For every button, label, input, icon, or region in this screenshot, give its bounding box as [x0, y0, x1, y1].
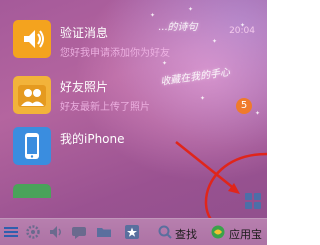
- bottom-toolbar: 查找 应用宝: [0, 218, 267, 245]
- contact-subtitle: 您好我申请添加你为好友: [60, 48, 170, 59]
- contact-time: 20:04: [229, 26, 255, 36]
- folder-icon[interactable]: [96, 224, 112, 240]
- contact-title: 好友照片: [60, 80, 109, 94]
- list-item-verify[interactable]: 验证消息 20:04 您好我申请添加你为好友: [0, 14, 267, 67]
- star-decoration: ✦: [188, 6, 194, 13]
- favorites-icon[interactable]: [124, 224, 140, 240]
- list-item-friend-photos[interactable]: 好友照片 好友最新上传了照片 5: [0, 68, 267, 121]
- contact-subtitle: 好友最新上传了照片: [60, 102, 150, 113]
- main-menu-icon[interactable]: [3, 224, 19, 240]
- app-store-icon[interactable]: [210, 224, 226, 240]
- app-store-label[interactable]: 应用宝: [229, 226, 262, 242]
- friends-photo-icon: [13, 76, 51, 114]
- list-item-partial[interactable]: [0, 178, 267, 198]
- search-label[interactable]: 查找: [175, 226, 197, 242]
- contact-title: 验证消息: [60, 26, 109, 40]
- list-item-my-iphone[interactable]: 我的iPhone: [0, 122, 267, 175]
- iphone-icon: [13, 127, 51, 165]
- search-icon[interactable]: [157, 224, 173, 240]
- message-icon[interactable]: [71, 224, 87, 240]
- contact-title: 我的iPhone: [60, 132, 125, 146]
- app-grid-icon[interactable]: [245, 193, 261, 209]
- contact-avatar: [13, 184, 51, 198]
- speaker-icon[interactable]: [48, 224, 64, 240]
- settings-icon[interactable]: [25, 224, 41, 240]
- speaker-icon: [13, 20, 51, 58]
- unread-badge: 5: [236, 98, 252, 114]
